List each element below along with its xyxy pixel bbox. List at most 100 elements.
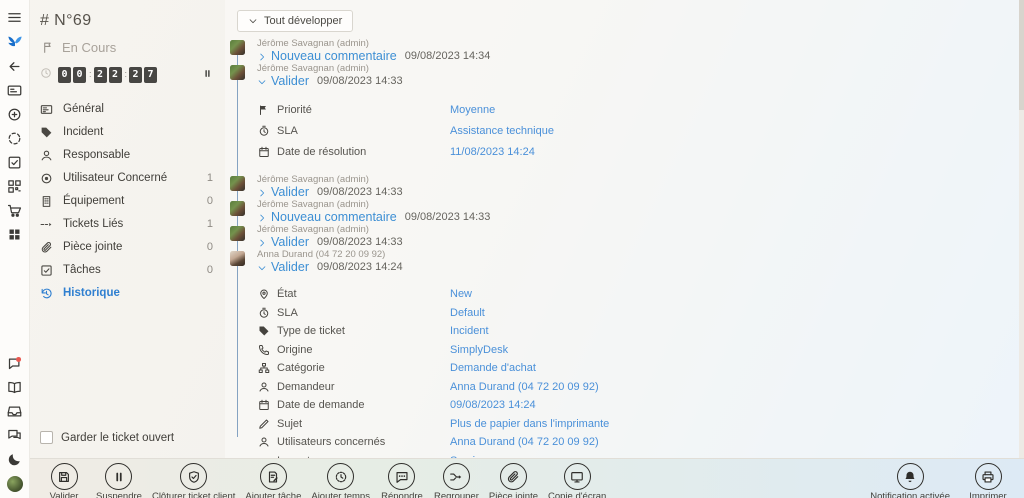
status-label: En Cours	[62, 40, 116, 55]
sidebar-item-utilisateur-concern-[interactable]: Utilisateur Concerné1	[40, 167, 225, 190]
tool-circle	[105, 463, 132, 490]
event-action-label: Valider	[271, 261, 309, 274]
logo-icon[interactable]	[6, 34, 24, 50]
timeline-event: Jérôme Savagnan (admin)Valider09/08/2023…	[230, 175, 1024, 199]
notification-activée-button[interactable]: Notification activée	[870, 463, 950, 498]
id-card-icon[interactable]	[7, 83, 22, 98]
qr-code-icon[interactable]	[7, 179, 22, 194]
timer-digit: 2	[94, 67, 107, 83]
copie-d-écran-button[interactable]: Copie d'écran	[548, 463, 606, 498]
répondre-button[interactable]: Répondre	[380, 463, 424, 498]
detail-value[interactable]: Anna Durand (04 72 20 09 92)	[450, 436, 599, 448]
event-action-toggle[interactable]: Valider09/08/2023 14:33	[257, 75, 403, 88]
detail-label-text: SLA	[277, 125, 298, 137]
sidebar-item-pi-ce-jointe[interactable]: Pièce jointe0	[40, 236, 225, 259]
event-author: Anna Durand (04 72 20 09 92)	[257, 250, 403, 260]
detail-value[interactable]: 09/08/2023 14:24	[450, 399, 536, 411]
detail-row: SujetPlus de papier dans l'imprimante	[258, 415, 1024, 434]
clock-add-icon	[334, 470, 348, 484]
timer-digit: 7	[144, 67, 157, 83]
tool-circle	[327, 463, 354, 490]
sidebar-item-g-n-ral[interactable]: Général	[40, 98, 225, 121]
pin-icon	[258, 288, 270, 300]
stopwatch-icon	[258, 307, 270, 319]
tool-circle	[500, 463, 527, 490]
menu-icon[interactable]	[7, 10, 22, 25]
detail-value[interactable]: Default	[450, 307, 485, 319]
grid4-icon[interactable]	[7, 227, 22, 242]
tag-icon	[258, 325, 270, 337]
event-body: Jérôme Savagnan (admin)Valider09/08/2023…	[257, 64, 403, 88]
ticket-status: En Cours	[42, 40, 225, 55]
plus-circle-icon[interactable]	[7, 107, 22, 122]
expand-all-button[interactable]: Tout développer	[237, 10, 353, 32]
arrow-left-icon[interactable]	[7, 59, 22, 74]
tool-label: Regrouper	[434, 491, 479, 498]
event-action-toggle[interactable]: Valider09/08/2023 14:33	[257, 236, 403, 249]
event-action-toggle[interactable]: Valider09/08/2023 14:24	[257, 261, 403, 274]
detail-value[interactable]: SimplyDesk	[450, 344, 508, 356]
event-action-toggle[interactable]: Nouveau commentaire09/08/2023 14:34	[257, 50, 490, 63]
pièce-jointe-button[interactable]: Pièce jointe	[489, 463, 538, 498]
detail-label-text: Utilisateurs concernés	[277, 436, 385, 448]
ajouter-temps-button[interactable]: Ajouter temps	[311, 463, 370, 498]
keep-ticket-open-checkbox[interactable]	[40, 431, 53, 444]
timeline-event: Jérôme Savagnan (admin)Nouveau commentai…	[230, 39, 1024, 63]
detail-value[interactable]: 11/08/2023 14:24	[450, 146, 535, 158]
sidebar-item-responsable[interactable]: Responsable	[40, 144, 225, 167]
book-icon[interactable]	[7, 380, 22, 395]
sidebar-item-incident[interactable]: Incident	[40, 121, 225, 144]
suspendre-button[interactable]: Suspendre	[96, 463, 142, 498]
task-check-icon[interactable]	[7, 155, 22, 170]
detail-value[interactable]: Anna Durand (04 72 20 09 92)	[450, 381, 599, 393]
sidebar-item-historique[interactable]: Historique	[40, 282, 225, 305]
event-author: Jérôme Savagnan (admin)	[257, 200, 490, 210]
pause-icon	[112, 470, 126, 484]
tag-icon	[40, 126, 53, 139]
pause-icon[interactable]	[202, 68, 213, 79]
detail-row: CatégorieDemande d'achat	[258, 359, 1024, 378]
detail-value[interactable]: Incident	[450, 325, 489, 337]
tool-circle	[388, 463, 415, 490]
regrouper-button[interactable]: Regrouper	[434, 463, 479, 498]
inbox-icon[interactable]	[7, 404, 22, 419]
scrollbar-thumb[interactable]	[1019, 0, 1024, 110]
avatar	[230, 65, 245, 80]
avatar	[230, 201, 245, 216]
imprimer-button[interactable]: Imprimer	[966, 463, 1010, 498]
life-ring-icon[interactable]	[7, 131, 22, 146]
timer-digit: 2	[109, 67, 122, 83]
cart-icon[interactable]	[7, 203, 22, 218]
scrollbar[interactable]	[1019, 0, 1024, 458]
detail-value[interactable]: New	[450, 288, 472, 300]
event-action-label: Valider	[271, 186, 309, 199]
detail-label: Demandeur	[258, 381, 450, 393]
ajouter-t-che-button[interactable]: Ajouter tâche	[245, 463, 301, 498]
timer-digits: 00:22:27	[58, 64, 159, 83]
event-action-toggle[interactable]: Nouveau commentaire09/08/2023 14:33	[257, 211, 490, 224]
event-action-label: Valider	[271, 236, 309, 249]
tool-circle	[51, 463, 78, 490]
event-action-toggle[interactable]: Valider09/08/2023 14:33	[257, 186, 403, 199]
detail-value[interactable]: Moyenne	[450, 104, 495, 116]
sidebar-item--quipement[interactable]: Équipement0	[40, 190, 225, 213]
sidebar-item-label: Tâches	[63, 264, 101, 276]
chat-alert-icon[interactable]	[7, 356, 22, 371]
valider-button[interactable]: Valider	[42, 463, 86, 498]
detail-value[interactable]: Assistance technique	[450, 125, 554, 137]
detail-value[interactable]: Plus de papier dans l'imprimante	[450, 418, 609, 430]
tool-label: Pièce jointe	[489, 491, 538, 498]
clôturer-ticket-client-button[interactable]: Clôturer ticket client	[152, 463, 235, 498]
moon-icon[interactable]	[7, 452, 22, 467]
sitemap-icon	[258, 362, 270, 374]
sidebar-item-tickets-li-s[interactable]: Tickets Liés1	[40, 213, 225, 236]
comments-icon[interactable]	[7, 428, 22, 443]
flag-icon	[258, 104, 270, 116]
tool-label: Clôturer ticket client	[152, 491, 235, 498]
sidebar-item-t-ches[interactable]: Tâches0	[40, 259, 225, 282]
tool-circle	[564, 463, 591, 490]
user-avatar[interactable]	[7, 476, 23, 492]
detail-value[interactable]: Demande d'achat	[450, 362, 536, 374]
detail-label: Origine	[258, 344, 450, 356]
sidebar-item-count: 1	[207, 218, 213, 230]
